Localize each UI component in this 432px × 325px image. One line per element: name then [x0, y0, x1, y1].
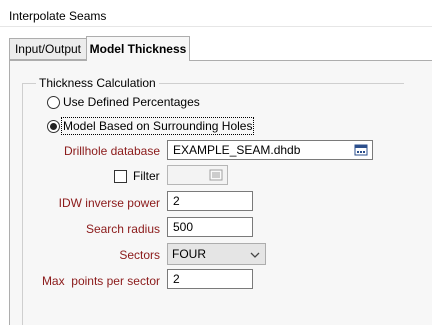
group-label: Thickness Calculation: [36, 76, 159, 90]
idw-inverse-power-value: 2: [173, 194, 180, 208]
radio-dot: [50, 122, 57, 130]
drillhole-database-label: Drillhole database: [63, 144, 160, 158]
radio-label: Use Defined Percentages: [63, 95, 200, 109]
tab-label: Input/Output: [14, 42, 82, 56]
search-radius-value: 500: [173, 220, 194, 234]
tab-model-thickness[interactable]: Model Thickness: [86, 36, 190, 61]
tab-label: Model Thickness: [89, 42, 187, 56]
sectors-value: FOUR: [172, 247, 206, 261]
search-radius-input[interactable]: 500: [167, 217, 253, 237]
browse-database-icon[interactable]: [354, 143, 368, 160]
radio-use-defined-percentages[interactable]: Use Defined Percentages: [47, 95, 200, 109]
window-title: Interpolate Seams: [9, 9, 107, 23]
idw-inverse-power-input[interactable]: 2: [167, 191, 253, 211]
radio-model-surrounding-holes[interactable]: Model Based on Surrounding Holes: [47, 117, 255, 135]
sectors-select[interactable]: FOUR: [167, 243, 266, 265]
drillhole-database-input[interactable]: EXAMPLE_SEAM.dhdb: [167, 140, 373, 160]
max-points-per-sector-input[interactable]: 2: [167, 269, 253, 289]
drillhole-database-value: EXAMPLE_SEAM.dhdb: [173, 143, 301, 157]
filter-list-icon[interactable]: [209, 168, 223, 185]
filter-label: Filter: [133, 169, 160, 183]
sectors-label: Sectors: [119, 248, 160, 262]
filter-checkbox-row[interactable]: Filter: [114, 169, 160, 183]
radio-button-selected[interactable]: [47, 119, 60, 133]
tab-input-output[interactable]: Input/Output: [9, 38, 87, 60]
max-points-per-sector-value: 2: [173, 272, 180, 286]
filter-checkbox[interactable]: [114, 169, 127, 183]
search-radius-label: Search radius: [85, 222, 160, 236]
radio-label: Model Based on Surrounding Holes: [60, 117, 255, 135]
title-divider: [0, 26, 432, 27]
radio-button[interactable]: [47, 95, 60, 109]
max-points-per-sector-label: Max points per sector: [41, 274, 160, 288]
idw-inverse-power-label: IDW inverse power: [58, 196, 160, 210]
chevron-down-icon: [250, 249, 260, 263]
